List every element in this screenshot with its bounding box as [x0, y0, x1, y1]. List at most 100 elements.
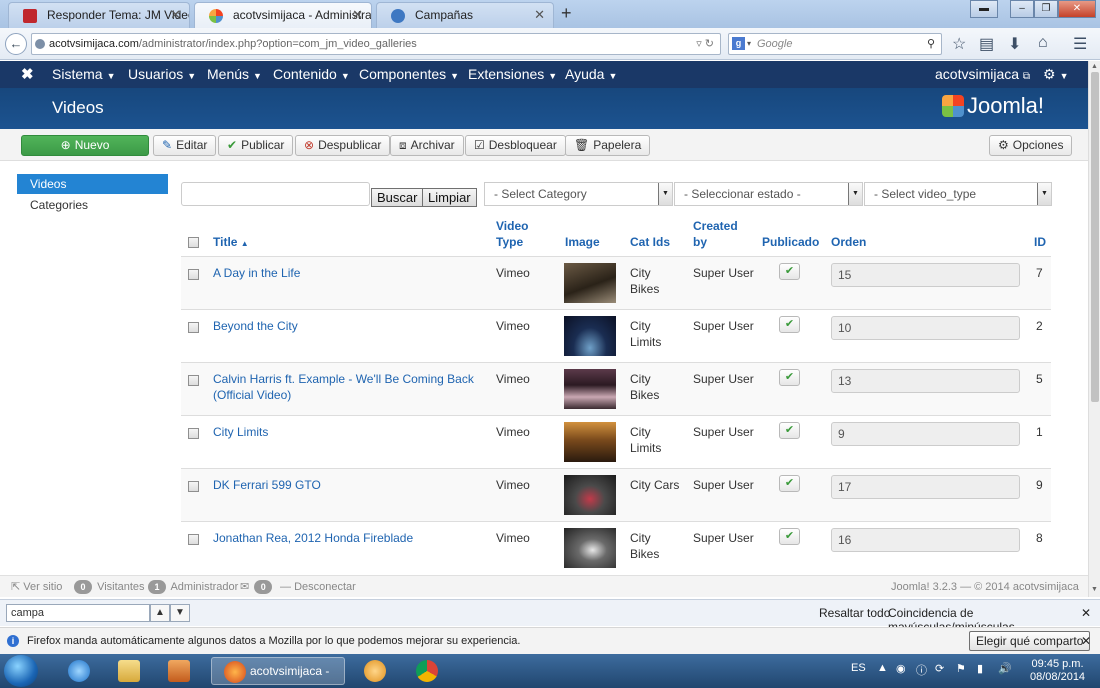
find-previous-button[interactable]: ▲ — [150, 604, 170, 622]
maximize-button[interactable]: ❐ — [1034, 0, 1058, 18]
published-check-icon[interactable]: ✔ — [779, 369, 800, 386]
find-next-button[interactable]: ▼ — [170, 604, 190, 622]
browser-tab-responder[interactable]: Responder Tema: JM Video... ✕ — [8, 2, 190, 28]
editar-button[interactable]: ✎ Editar — [153, 135, 217, 156]
sort-publicado-header[interactable]: Publicado — [762, 234, 819, 250]
menu-usuarios[interactable]: Usuarios ▼ — [128, 66, 196, 82]
search-box[interactable]: g ▾ Google ⚲ — [728, 33, 942, 55]
order-input[interactable]: 10 — [831, 316, 1020, 340]
settings-gear-icon[interactable]: ⚙ ▼ — [1043, 66, 1068, 83]
google-icon[interactable]: g — [732, 37, 745, 50]
close-window-button[interactable]: ✕ — [1058, 0, 1096, 18]
messages-status[interactable]: ✉ 0 — [240, 576, 274, 598]
app-orange-icon[interactable] — [352, 657, 400, 685]
buscar-button[interactable]: Buscar — [371, 188, 424, 207]
row-checkbox[interactable] — [188, 428, 199, 439]
published-check-icon[interactable]: ✔ — [779, 475, 800, 492]
archivar-button[interactable]: ⧈ Archivar — [390, 135, 464, 156]
order-input[interactable]: 13 — [831, 369, 1020, 393]
menu-extensiones[interactable]: Extensiones ▼ — [468, 66, 557, 82]
find-input[interactable]: campa — [6, 604, 150, 622]
bookmark-star-icon[interactable]: ☆ — [952, 34, 966, 54]
new-tab-button[interactable]: + — [561, 2, 572, 24]
video-title-link[interactable]: City Limits — [213, 424, 268, 440]
sort-title-header[interactable]: Title ▲ — [213, 234, 249, 252]
start-button[interactable] — [4, 655, 38, 687]
menu-sistema[interactable]: Sistema ▼ — [52, 66, 116, 82]
sidebar-item-categories[interactable]: Categories — [17, 195, 168, 215]
close-find-bar-icon[interactable]: ✕ — [1081, 606, 1091, 620]
minimize-button[interactable]: – — [1010, 0, 1034, 18]
chrome-icon[interactable] — [404, 657, 452, 685]
tray-shield-icon[interactable]: ◉ — [896, 662, 906, 675]
menu-menus[interactable]: Menús ▼ — [207, 66, 262, 82]
opciones-button[interactable]: ⚙ Opciones — [989, 135, 1073, 156]
url-bar[interactable]: acotvsimijaca.com/administrator/index.ph… — [31, 33, 721, 55]
category-select[interactable]: - Select Category ▼ — [484, 182, 673, 206]
downloads-icon[interactable]: ⬇ — [1008, 34, 1021, 54]
publicar-button[interactable]: ✔ Publicar — [218, 135, 294, 156]
limpiar-button[interactable]: Limpiar — [422, 188, 477, 207]
sort-created-by-header[interactable]: Created by — [693, 218, 738, 250]
file-explorer-icon[interactable] — [106, 657, 154, 685]
video-title-link[interactable]: Beyond the City — [213, 318, 298, 334]
tray-flag-icon[interactable]: ⚑ — [956, 662, 966, 675]
sort-video-type-header[interactable]: Video Type — [496, 218, 528, 250]
taskbar-firefox-window[interactable]: acotvsimijaca - A... — [211, 657, 345, 685]
page-scrollbar[interactable]: ▲ ▼ — [1088, 61, 1100, 597]
row-checkbox[interactable] — [188, 269, 199, 280]
network-icon[interactable]: ▮ — [977, 662, 983, 675]
home-icon[interactable]: ⌂ — [1038, 34, 1048, 52]
chevron-down-icon[interactable]: ▾ — [747, 34, 751, 54]
browser-tab-admin[interactable]: acotvsimijaca - Administra... ✕ — [194, 2, 372, 28]
joomla-logo-icon[interactable]: ✖ — [21, 65, 34, 83]
menu-ayuda[interactable]: Ayuda ▼ — [565, 66, 617, 82]
published-check-icon[interactable]: ✔ — [779, 528, 800, 545]
search-icon[interactable]: ⚲ — [927, 34, 935, 54]
tray-update-icon[interactable]: ⟳ — [935, 662, 944, 675]
show-hidden-icons-icon[interactable]: ▲ — [877, 662, 888, 674]
back-button[interactable]: ← — [5, 33, 27, 55]
desbloquear-button[interactable]: ☑ Desbloquear — [465, 135, 566, 156]
video-type-select[interactable]: - Select video_type ▼ — [864, 182, 1052, 206]
site-user-link[interactable]: acotvsimijaca ⧉ — [935, 66, 1030, 82]
ver-sitio-link[interactable]: ⇱ Ver sitio — [11, 576, 62, 598]
despublicar-button[interactable]: ⊗ Despublicar — [295, 135, 391, 156]
close-tab-icon[interactable]: ✕ — [352, 3, 363, 27]
video-title-link[interactable]: A Day in the Life — [213, 265, 300, 281]
close-tab-icon[interactable]: ✕ — [534, 3, 545, 27]
volume-icon[interactable]: 🔊 — [998, 662, 1012, 675]
language-indicator[interactable]: ES — [851, 662, 866, 674]
search-filter-input[interactable] — [181, 182, 370, 206]
reload-icon[interactable]: ▿ ↻ — [696, 34, 714, 54]
order-input[interactable]: 15 — [831, 263, 1020, 287]
menu-componentes[interactable]: Componentes ▼ — [359, 66, 459, 82]
close-notification-icon[interactable]: ✕ — [1081, 628, 1091, 654]
browser-tab-campanas[interactable]: Campañas ✕ — [376, 2, 554, 28]
sidebar-item-videos[interactable]: Videos — [17, 174, 168, 194]
tray-info-icon[interactable]: ⓘ — [916, 662, 927, 678]
bookmarks-menu-icon[interactable]: ▤ — [979, 34, 994, 54]
select-all-checkbox[interactable] — [188, 237, 199, 248]
close-tab-icon[interactable]: ✕ — [170, 3, 181, 27]
papelera-button[interactable]: 🗑 Papelera — [565, 135, 651, 156]
row-checkbox[interactable] — [188, 322, 199, 333]
row-checkbox[interactable] — [188, 375, 199, 386]
video-title-link[interactable]: Calvin Harris ft. Example - We'll Be Com… — [213, 371, 474, 403]
order-input[interactable]: 9 — [831, 422, 1020, 446]
firefox-menu-button[interactable]: ▬ — [970, 0, 998, 18]
internet-explorer-icon[interactable] — [56, 657, 104, 685]
choose-what-to-share-button[interactable]: Elegir qué comparto — [969, 631, 1091, 651]
media-player-icon[interactable] — [156, 657, 204, 685]
sort-id-header[interactable]: ID — [1034, 234, 1046, 250]
published-check-icon[interactable]: ✔ — [779, 263, 800, 280]
nuevo-button[interactable]: ⊕ Nuevo — [21, 135, 149, 156]
sort-image-header[interactable]: Image — [565, 234, 600, 250]
menu-icon[interactable]: ☰ — [1073, 34, 1087, 54]
system-clock[interactable]: 09:45 p.m. 08/08/2014 — [1030, 658, 1085, 684]
desconectar-link[interactable]: — Desconectar — [280, 576, 356, 598]
video-title-link[interactable]: DK Ferrari 599 GTO — [213, 477, 321, 493]
row-checkbox[interactable] — [188, 534, 199, 545]
highlight-all-option[interactable]: Resaltar todo — [819, 606, 890, 620]
sort-cat-ids-header[interactable]: Cat Ids — [630, 234, 670, 250]
